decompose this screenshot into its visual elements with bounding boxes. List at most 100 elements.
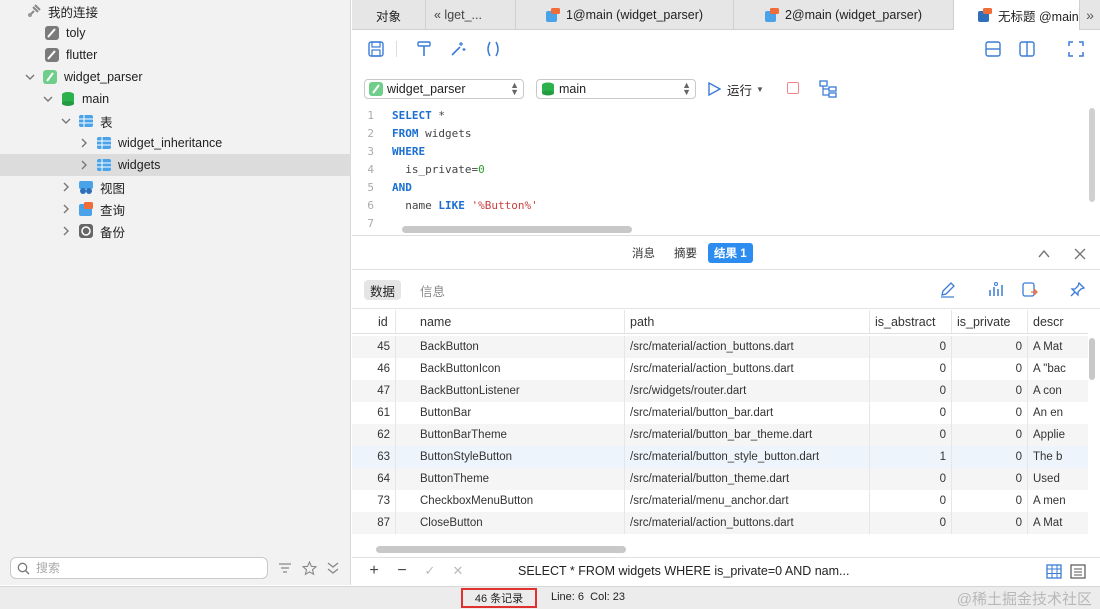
tree-item-widget-inheritance[interactable]: widget_inheritance (0, 132, 351, 154)
cell-description[interactable]: An en (1028, 402, 1088, 424)
tab-query-2[interactable]: 2@main (widget_parser) (734, 0, 954, 30)
apply-changes-button[interactable]: ✓ (422, 563, 438, 579)
cell-is-private[interactable]: 0 (952, 336, 1028, 358)
cell-path[interactable]: /src/material/button_theme.dart (625, 468, 870, 490)
cell-path[interactable]: /src/material/menu_anchor.dart (625, 490, 870, 512)
grid-view-icon[interactable] (1046, 564, 1062, 579)
cell-is-abstract[interactable]: 0 (870, 468, 952, 490)
cell-is-private[interactable]: 0 (952, 380, 1028, 402)
cell-path[interactable]: /src/material/action_buttons.dart (625, 336, 870, 358)
cell-description[interactable]: Applie (1028, 424, 1088, 446)
connection-select[interactable]: widget_parser ▲ ▼ (364, 79, 524, 99)
cell-path[interactable]: /src/material/button_bar_theme.dart (625, 424, 870, 446)
filter-icon[interactable] (276, 559, 294, 577)
split-vertical-icon[interactable] (1017, 39, 1037, 59)
star-icon[interactable] (300, 559, 318, 577)
pin-icon[interactable] (1068, 280, 1086, 298)
tree-item-widgets[interactable]: widgets (0, 154, 351, 176)
tree-item-queries[interactable]: 查询 (0, 198, 351, 220)
cell-path[interactable]: /src/material/button_bar.dart (625, 402, 870, 424)
cell-is-abstract[interactable]: 0 (870, 512, 952, 534)
cell-is-abstract[interactable]: 0 (870, 380, 952, 402)
cell-is-abstract[interactable]: 0 (870, 358, 952, 380)
cell-path[interactable]: /src/material/action_buttons.dart (625, 358, 870, 380)
cell-description[interactable]: Used (1028, 468, 1088, 490)
table-row[interactable]: 63 ButtonStyleButton/src/material/button_… (352, 446, 1088, 468)
sidebar-search-field[interactable] (10, 557, 268, 579)
cell-description[interactable]: The b (1028, 446, 1088, 468)
tree-item-flutter[interactable]: flutter (0, 44, 351, 66)
cell-name[interactable]: BackButton (396, 336, 625, 358)
tree-item-toly[interactable]: toly (0, 22, 351, 44)
sql-editor[interactable]: 1 SELECT * 2 FROM widgets 3 WHERE 4 is_p… (352, 106, 1100, 236)
tree-item-main[interactable]: main (0, 88, 351, 110)
tab-objects[interactable]: 对象 (352, 0, 426, 30)
cell-description[interactable]: A men (1028, 490, 1088, 512)
cell-is-private[interactable]: 0 (952, 402, 1028, 424)
table-row[interactable]: 87 CloseButton/src/material/action_button… (352, 512, 1088, 534)
cell-id[interactable]: 73 (352, 490, 396, 512)
cell-is-private[interactable]: 0 (952, 468, 1028, 490)
cell-name[interactable]: CloseButton (396, 512, 625, 534)
cell-is-private[interactable]: 0 (952, 446, 1028, 468)
export-icon[interactable] (1020, 280, 1038, 298)
table-row[interactable]: 73 CheckboxMenuButton/src/material/menu_a… (352, 490, 1088, 512)
cell-description[interactable]: A "bac (1028, 358, 1088, 380)
chevron-down-icon[interactable] (60, 115, 72, 127)
delete-record-button[interactable]: − (394, 562, 410, 579)
grid-horizontal-scrollbar[interactable] (376, 546, 626, 553)
column-header-description[interactable]: descr (1028, 310, 1088, 333)
fullscreen-icon[interactable] (1066, 39, 1086, 59)
table-row[interactable]: 64 ButtonTheme/src/material/button_theme.… (352, 468, 1088, 490)
cell-name[interactable]: BackButtonListener (396, 380, 625, 402)
chevron-down-icon[interactable] (42, 93, 54, 105)
run-button[interactable]: 运行 ▼ (707, 79, 764, 99)
database-select[interactable]: main ▲ ▼ (536, 79, 696, 99)
tree-item-my-connections[interactable]: 我的连接 (0, 0, 351, 22)
cell-is-abstract[interactable]: 0 (870, 402, 952, 424)
column-header-path[interactable]: path (625, 310, 870, 333)
cell-description[interactable]: A con (1028, 380, 1088, 402)
tab-messages[interactable]: 消息 (626, 243, 661, 263)
cell-is-abstract[interactable]: 0 (870, 490, 952, 512)
search-input[interactable] (36, 561, 246, 575)
tab-query-1[interactable]: 1@main (widget_parser) (516, 0, 734, 30)
cell-is-private[interactable]: 0 (952, 490, 1028, 512)
table-row[interactable]: 61 ButtonBar/src/material/button_bar.dart… (352, 402, 1088, 424)
close-icon[interactable] (1072, 246, 1088, 262)
tab-truncated[interactable]: « lget_... (426, 0, 516, 30)
chart-icon[interactable] (986, 280, 1004, 298)
stop-icon[interactable] (787, 82, 799, 94)
cell-name[interactable]: CheckboxMenuButton (396, 490, 625, 512)
chevron-right-icon[interactable] (60, 225, 72, 237)
editor-vertical-scrollbar[interactable] (1089, 108, 1095, 202)
cell-id[interactable]: 62 (352, 424, 396, 446)
edit-pencil-icon[interactable] (938, 280, 956, 298)
table-row[interactable]: 46 BackButtonIcon/src/material/action_but… (352, 358, 1088, 380)
explain-plan-icon[interactable] (819, 80, 837, 98)
column-header-is-abstract[interactable]: is_abstract (870, 310, 952, 333)
table-row[interactable]: 62 ButtonBarTheme/src/material/button_bar… (352, 424, 1088, 446)
chevron-up-icon[interactable] (1036, 246, 1052, 262)
column-header-name[interactable]: name (396, 310, 625, 333)
cell-id[interactable]: 46 (352, 358, 396, 380)
cell-name[interactable]: ButtonBarTheme (396, 424, 625, 446)
table-row[interactable]: 47 BackButtonListener/src/widgets/router.… (352, 380, 1088, 402)
cell-description[interactable]: A Mat (1028, 512, 1088, 534)
cell-name[interactable]: ButtonTheme (396, 468, 625, 490)
cell-is-abstract[interactable]: 1 (870, 446, 952, 468)
chevron-right-icon[interactable] (78, 159, 90, 171)
cell-name[interactable]: ButtonBar (396, 402, 625, 424)
form-view-icon[interactable] (1070, 564, 1086, 579)
tab-summary[interactable]: 摘要 (668, 243, 703, 263)
cell-name[interactable]: BackButtonIcon (396, 358, 625, 380)
cell-path[interactable]: /src/material/action_buttons.dart (625, 512, 870, 534)
tree-item-widget-parser[interactable]: widget_parser (0, 66, 351, 88)
cell-id[interactable]: 64 (352, 468, 396, 490)
split-horizontal-icon[interactable] (983, 39, 1003, 59)
chevron-right-icon[interactable] (60, 181, 72, 193)
table-row[interactable]: 45 BackButton/src/material/action_buttons… (352, 336, 1088, 358)
tab-untitled[interactable]: 无标题 @main (954, 0, 1080, 30)
code-snippet-icon[interactable] (483, 39, 503, 59)
format-icon[interactable] (414, 39, 434, 59)
